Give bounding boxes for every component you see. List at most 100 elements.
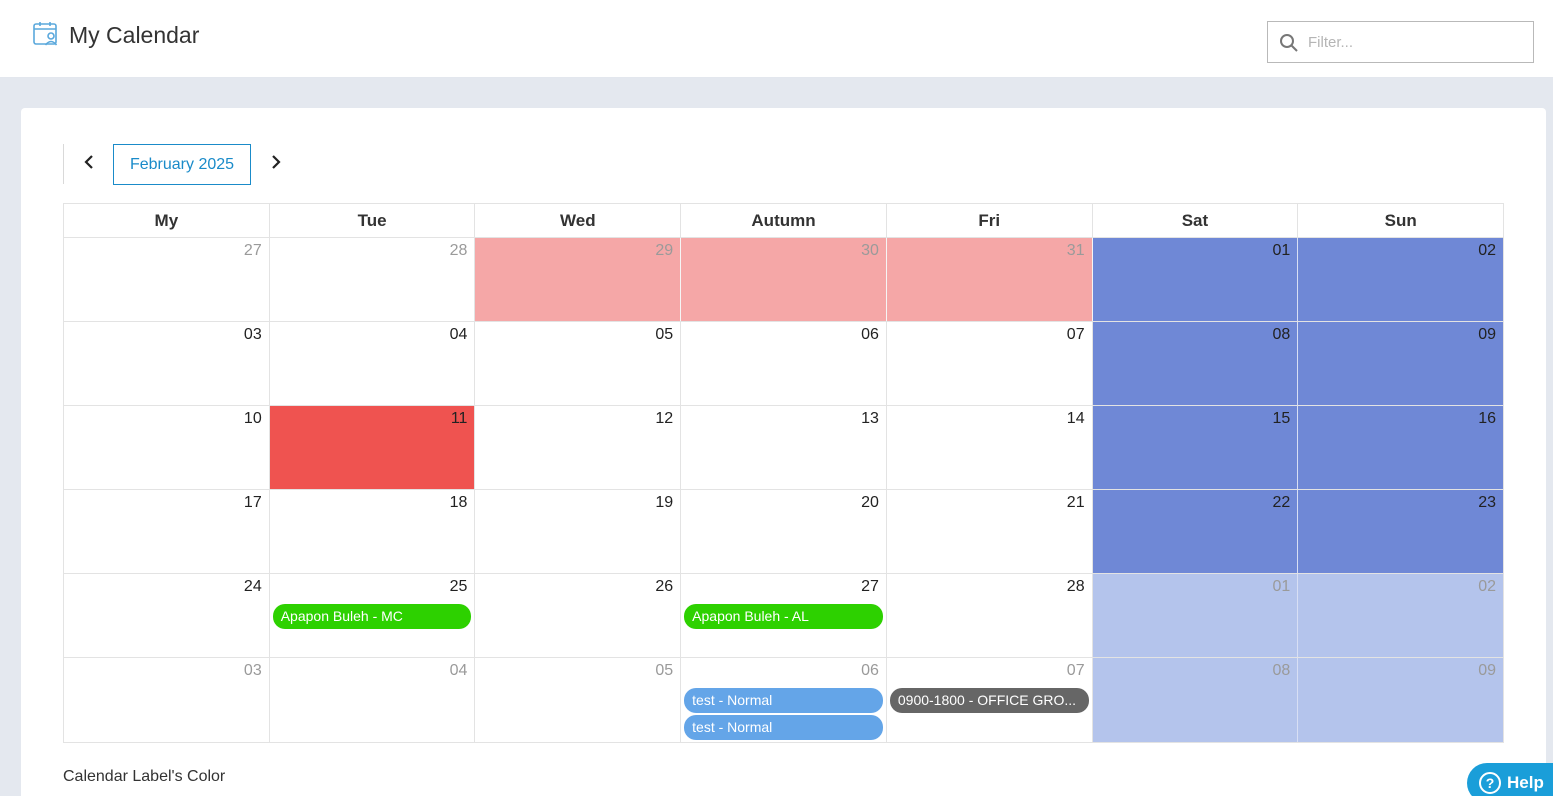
day-number: 30 (861, 242, 879, 259)
day-cell[interactable]: 05 (475, 322, 682, 405)
day-number: 05 (655, 662, 674, 679)
day-number: 03 (243, 662, 262, 679)
top-bar: My Calendar (0, 0, 1553, 78)
day-cell[interactable]: 09 (1298, 658, 1504, 742)
day-number: 13 (861, 410, 879, 427)
weekday-label: Sun (1384, 210, 1417, 230)
day-number: 07 (1066, 662, 1085, 679)
day-cell[interactable]: 07 0900-1800 - OFFICE GRO... (886, 658, 1093, 742)
day-cell[interactable]: 29 (475, 238, 682, 321)
day-cell[interactable]: 03 (64, 322, 270, 405)
day-cell[interactable]: 08 (1092, 658, 1299, 742)
day-cell[interactable]: 03 (64, 658, 270, 742)
day-cell[interactable]: 28 (886, 574, 1093, 657)
day-cell[interactable]: 14 (886, 406, 1093, 489)
question-icon: ? (1479, 772, 1501, 794)
day-number: 06 (861, 326, 879, 343)
week-row: 24 25 Apapon Buleh - MC 26 27 Apapon Buleh… (64, 574, 1504, 658)
weekday-label: Wed (475, 204, 682, 237)
page-title: My Calendar (69, 22, 200, 48)
day-cell[interactable]: 04 (269, 658, 476, 742)
day-cell[interactable]: 15 (1092, 406, 1299, 489)
weekday-label: Tue (270, 204, 476, 237)
week-row: 03 04 05 06 07 08 09 (64, 322, 1504, 406)
search-icon (1280, 34, 1298, 52)
day-number: 27 (861, 578, 879, 595)
filter-box[interactable] (1267, 21, 1534, 63)
day-number: 10 (243, 410, 262, 427)
day-cell[interactable]: 08 (1092, 322, 1299, 405)
day-cell[interactable]: 24 (64, 574, 270, 657)
day-number: 06 (861, 662, 879, 679)
day-number: 22 (1272, 494, 1291, 511)
day-number: 21 (1066, 494, 1085, 511)
nav-divider (63, 144, 64, 184)
day-cell[interactable]: 27 (64, 238, 270, 321)
next-month-button[interactable] (262, 149, 290, 175)
day-number: 04 (449, 662, 468, 679)
week-row: 03 04 05 06 test - Normal test - Normal 07… (64, 658, 1504, 742)
day-cell[interactable]: 21 (886, 490, 1093, 573)
calendar-event[interactable]: test - Normal (684, 715, 883, 740)
day-number: 08 (1272, 662, 1291, 679)
calendar-event[interactable]: 0900-1800 - OFFICE GRO... (889, 688, 1089, 713)
week-row: 10 11 12 13 14 15 16 (64, 406, 1504, 490)
day-number: 04 (449, 326, 468, 343)
help-button[interactable]: ? Help (1467, 763, 1553, 796)
day-number: 07 (1066, 326, 1085, 343)
day-cell[interactable]: 17 (64, 490, 270, 573)
day-number: 17 (243, 494, 262, 511)
day-cell[interactable]: 12 (475, 406, 682, 489)
day-cell[interactable]: 05 (475, 658, 682, 742)
day-cell[interactable]: 31 (886, 238, 1093, 321)
day-cell[interactable]: 06 (681, 322, 887, 405)
prev-month-button[interactable] (75, 149, 103, 175)
day-cell[interactable]: 06 test - Normal test - Normal (681, 658, 887, 742)
week-row: 27 28 29 30 31 01 02 (64, 238, 1504, 322)
day-cell[interactable]: 10 (64, 406, 270, 489)
calendar-event[interactable]: Apapon Buleh - AL (684, 604, 883, 629)
day-number: 09 (1478, 326, 1497, 343)
calendar-grid: My Tue Wed Autumn Fri Sat Sun 27 28 29 3… (63, 203, 1504, 743)
chevron-left-icon (84, 155, 93, 169)
day-number: 09 (1478, 662, 1497, 679)
day-number: 23 (1478, 494, 1497, 511)
day-number: 02 (1478, 578, 1497, 595)
day-number: 12 (655, 410, 674, 427)
day-cell[interactable]: 28 (269, 238, 476, 321)
day-cell[interactable]: 19 (475, 490, 682, 573)
day-number: 28 (449, 242, 468, 259)
month-selector[interactable]: February 2025 (113, 144, 251, 185)
calendar-event[interactable]: test - Normal (684, 688, 883, 713)
day-number: 02 (1478, 242, 1497, 259)
day-cell[interactable]: 27 Apapon Buleh - AL (681, 574, 887, 657)
filter-input[interactable] (1308, 31, 1523, 53)
day-cell[interactable]: 01 (1092, 238, 1299, 321)
day-number: 27 (243, 242, 262, 259)
day-cell[interactable]: 13 (681, 406, 887, 489)
day-cell[interactable]: 16 (1298, 406, 1504, 489)
day-number: 18 (449, 494, 468, 511)
today-cell[interactable]: 11 (269, 406, 476, 489)
day-cell[interactable]: 18 (269, 490, 476, 573)
day-cell[interactable]: 26 (475, 574, 682, 657)
day-cell[interactable]: 23 (1298, 490, 1504, 573)
day-cell[interactable]: 04 (269, 322, 476, 405)
day-cell[interactable]: 25 Apapon Buleh - MC (269, 574, 476, 657)
day-cell[interactable]: 07 (886, 322, 1093, 405)
day-cell[interactable]: 01 (1092, 574, 1299, 657)
day-number: 24 (243, 578, 262, 595)
day-cell[interactable]: 20 (681, 490, 887, 573)
legend-title: Calendar Label's Color (63, 768, 226, 785)
calendar-event[interactable]: Apapon Buleh - MC (272, 604, 472, 629)
day-number: 08 (1272, 326, 1291, 343)
day-cell[interactable]: 02 (1298, 238, 1504, 321)
weekday-label: My (64, 204, 270, 237)
day-cell[interactable]: 22 (1092, 490, 1299, 573)
day-number: 03 (243, 326, 262, 343)
day-cell[interactable]: 30 (681, 238, 887, 321)
weekday-header: My Tue Wed Autumn Fri Sat Sun (64, 204, 1503, 238)
day-cell[interactable]: 02 (1298, 574, 1504, 657)
day-cell[interactable]: 09 (1298, 322, 1504, 405)
day-number: 19 (655, 494, 674, 511)
